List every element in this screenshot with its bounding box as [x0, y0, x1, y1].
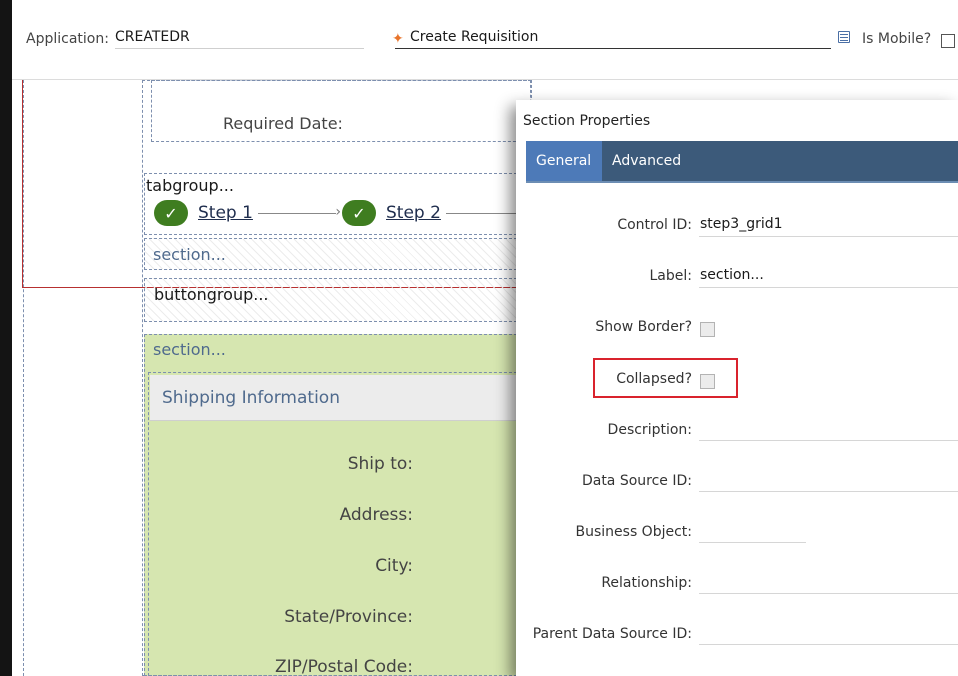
tab-advanced[interactable]: Advanced: [602, 141, 691, 181]
control-id-input[interactable]: step3_grid1: [700, 216, 783, 232]
shipping-fields: Ship to: Address: City: State/Province: …: [162, 0, 413, 676]
show-border-label: Show Border?: [595, 319, 692, 335]
data-source-id-input[interactable]: [699, 491, 958, 492]
control-id-underline: [699, 236, 958, 237]
tab-general[interactable]: General: [526, 141, 602, 181]
state-province-label: State/Province:: [284, 607, 413, 627]
control-id-label: Control ID:: [617, 217, 692, 233]
description-input[interactable]: [699, 440, 958, 441]
application-label: Application:: [26, 31, 109, 47]
business-object-input[interactable]: [699, 542, 806, 543]
ship-to-label: Ship to:: [347, 454, 413, 474]
dialog-tab-bar: General Advanced: [526, 141, 958, 183]
collapsed-highlight-box: [593, 358, 738, 398]
list-icon[interactable]: [838, 31, 850, 43]
label-input[interactable]: section...: [700, 267, 764, 283]
title-input-underline: [395, 48, 831, 49]
address-label: Address:: [339, 505, 413, 525]
label-label: Label:: [649, 268, 693, 284]
data-source-id-label: Data Source ID:: [581, 473, 692, 489]
relationship-input[interactable]: [699, 593, 958, 594]
parent-data-source-id-input[interactable]: [699, 644, 958, 645]
window-left-edge: [0, 0, 12, 676]
is-mobile-label: Is Mobile?: [862, 31, 932, 47]
city-label: City:: [375, 556, 413, 576]
designer-window: Application: CREATEDR ✦ Create Requisiti…: [12, 0, 958, 676]
description-label: Description:: [607, 422, 692, 438]
relationship-label: Relationship:: [601, 575, 692, 591]
title-input[interactable]: Create Requisition: [410, 29, 538, 45]
dialog-title: Section Properties: [523, 113, 651, 129]
zip-postal-code-label: ZIP/Postal Code:: [274, 657, 413, 676]
section-properties-dialog: Section Properties General Advanced Cont…: [516, 100, 958, 676]
show-border-checkbox[interactable]: [700, 322, 715, 337]
app-header: Application: CREATEDR ✦ Create Requisiti…: [12, 0, 958, 78]
is-mobile-checkbox[interactable]: [941, 34, 955, 48]
parent-data-source-id-label: Parent Data Source ID:: [532, 626, 692, 642]
business-object-label: Business Object:: [575, 524, 693, 540]
label-underline: [699, 287, 958, 288]
step-arrow: [446, 204, 521, 220]
